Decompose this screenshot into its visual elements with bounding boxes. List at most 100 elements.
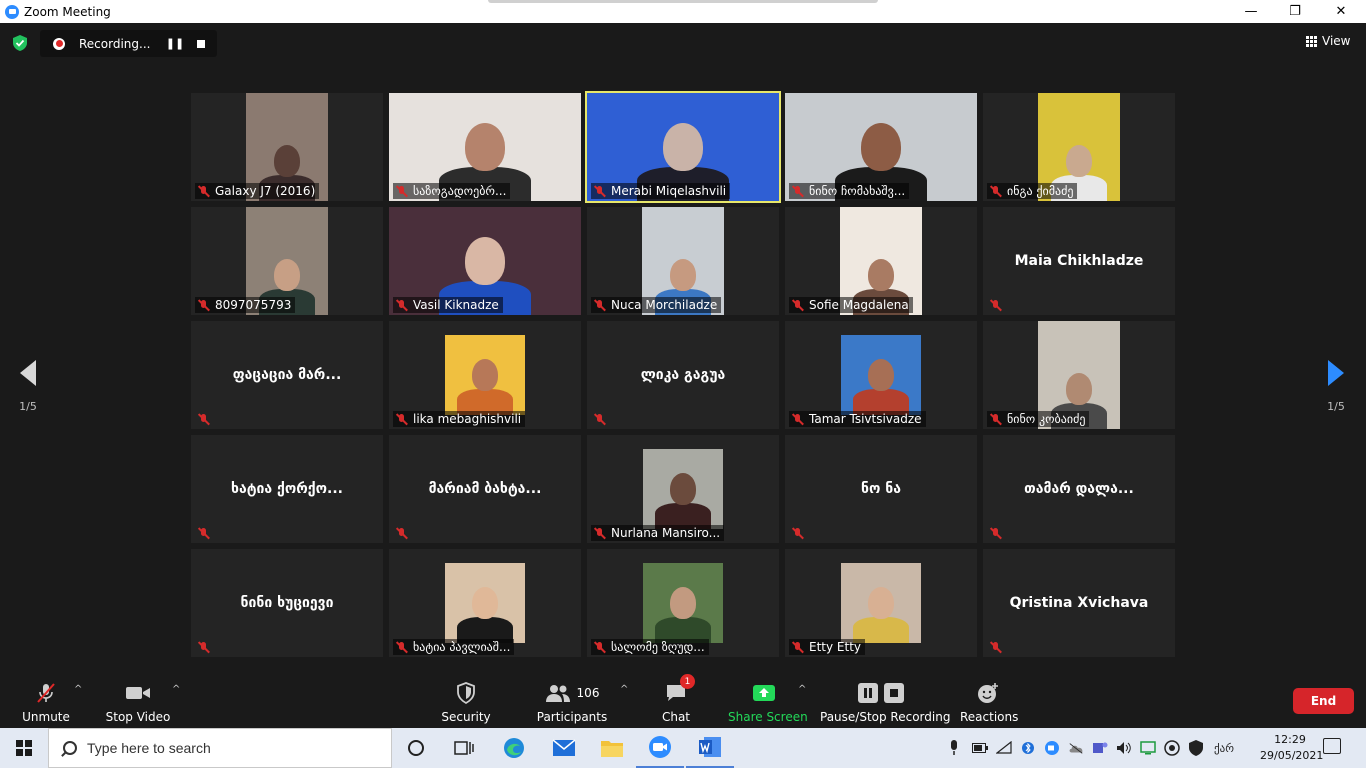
stop-recording-button[interactable]	[197, 39, 205, 48]
participant-tile[interactable]: lika mebaghishvili	[389, 321, 581, 429]
reactions-button[interactable]: Reactions	[960, 680, 1018, 724]
video-options-chevron-icon[interactable]: ^	[172, 684, 180, 695]
participant-name: Nuca Morchiladze	[611, 298, 718, 312]
input-language-indicator[interactable]: ქარ	[1212, 740, 1236, 756]
battery-tray-icon[interactable]	[972, 740, 988, 756]
notification-center-icon[interactable]	[1323, 738, 1341, 754]
participant-display-name: ხატია ქორქო...	[231, 481, 343, 497]
participant-tile[interactable]: Sofie Magdalena	[785, 207, 977, 315]
participant-name-bar	[789, 525, 813, 541]
task-view-button[interactable]	[440, 728, 488, 768]
cortana-button[interactable]	[392, 728, 440, 768]
unmute-button[interactable]: Unmute	[20, 680, 72, 724]
participant-tile[interactable]: ფაცაცია მარ...	[191, 321, 383, 429]
participant-name-bar: Etty Etty	[789, 639, 866, 655]
volume-tray-icon[interactable]	[1116, 740, 1132, 756]
participant-name: სალომე ზღუდ...	[611, 640, 705, 654]
taskbar-zoom[interactable]	[636, 728, 684, 768]
gallery-grid: Galaxy J7 (2016) საზოგადოებრ... Merabi Miq…	[191, 91, 1175, 657]
muted-mic-icon	[395, 527, 408, 540]
recording-indicator: Recording... ❚❚	[40, 30, 217, 57]
participant-tile[interactable]: საზოგადოებრ...	[389, 93, 581, 201]
participant-tile[interactable]: მარიამ ბახტა...	[389, 435, 581, 543]
taskbar-search[interactable]	[48, 728, 392, 768]
previous-page-nav[interactable]: 1/5	[13, 360, 43, 413]
participant-tile[interactable]: Galaxy J7 (2016)	[191, 93, 383, 201]
security-tray-icon[interactable]	[1164, 740, 1180, 756]
taskbar-search-input[interactable]	[87, 740, 387, 756]
bluetooth-tray-icon[interactable]	[1020, 740, 1036, 756]
clock-time: 12:29	[1274, 733, 1306, 746]
title-bar: Zoom Meeting — ❐ ✕	[0, 0, 1366, 23]
participant-name-bar: Merabi Miqelashvili	[591, 183, 731, 199]
muted-mic-icon	[989, 299, 1002, 312]
participant-tile[interactable]: Nuca Morchiladze	[587, 207, 779, 315]
participant-tile[interactable]: 8097075793	[191, 207, 383, 315]
muted-mic-icon	[395, 299, 408, 312]
participant-video	[841, 335, 921, 415]
close-button[interactable]: ✕	[1318, 0, 1364, 23]
participant-name: Tamar Tsivtsivadze	[809, 412, 922, 426]
screen-tray-icon[interactable]	[1140, 740, 1156, 756]
window-drag-handle[interactable]	[488, 0, 878, 3]
participant-tile[interactable]: ნინი ხუციევი	[191, 549, 383, 657]
participant-tile[interactable]: სალომე ზღუდ...	[587, 549, 779, 657]
participant-tile[interactable]: Tamar Tsivtsivadze	[785, 321, 977, 429]
participant-tile[interactable]: ნო ნა	[785, 435, 977, 543]
taskbar-file-explorer[interactable]	[588, 728, 636, 768]
arrow-right-icon[interactable]	[1328, 360, 1344, 386]
zoom-tray-icon[interactable]	[1044, 740, 1060, 756]
participant-tile[interactable]: თამარ დალა...	[983, 435, 1175, 543]
task-view-icon	[454, 741, 474, 755]
encryption-shield-icon[interactable]	[12, 35, 28, 51]
onedrive-tray-icon[interactable]	[1068, 740, 1084, 756]
participant-tile[interactable]: ხატია პავლიაშ...	[389, 549, 581, 657]
wifi-tray-icon[interactable]	[996, 740, 1012, 756]
teams-tray-icon[interactable]	[1092, 740, 1108, 756]
pause-stop-recording-button[interactable]: Pause/Stop Recording	[820, 680, 951, 724]
defender-tray-icon[interactable]	[1188, 740, 1204, 756]
participant-tile[interactable]: Vasil Kiknadze	[389, 207, 581, 315]
participant-tile[interactable]: Maia Chikhladze	[983, 207, 1175, 315]
stop-video-button[interactable]: Stop Video	[104, 680, 172, 724]
participant-tile[interactable]: ნინო კობაიძე	[983, 321, 1175, 429]
pause-recording-button[interactable]: ❚❚	[163, 37, 187, 50]
share-screen-button[interactable]: Share Screen	[728, 680, 808, 724]
participant-tile[interactable]: Qristina Xvichava	[983, 549, 1175, 657]
maximize-button[interactable]: ❐	[1272, 0, 1318, 23]
participant-tile[interactable]: ხატია ქორქო...	[191, 435, 383, 543]
share-options-chevron-icon[interactable]: ^	[798, 684, 806, 695]
audio-options-chevron-icon[interactable]: ^	[74, 684, 82, 695]
taskbar-mail[interactable]	[540, 728, 588, 768]
participant-name-bar	[195, 639, 219, 655]
participant-tile[interactable]: Merabi Miqelashvili	[585, 91, 781, 203]
muted-mic-icon	[989, 185, 1002, 198]
participant-video	[445, 335, 525, 415]
taskbar-word[interactable]	[686, 728, 734, 768]
taskbar-clock[interactable]: 12:29 29/05/2021	[1260, 732, 1323, 764]
share-screen-label: Share Screen	[728, 710, 808, 724]
chat-button[interactable]: 1 Chat	[656, 674, 696, 724]
participant-tile[interactable]: ინგა ქიმაძე	[983, 93, 1175, 201]
participant-tile[interactable]: ლიკა გაგუა	[587, 321, 779, 429]
next-page-nav[interactable]: 1/5	[1321, 360, 1351, 413]
taskbar-edge[interactable]	[490, 728, 538, 768]
minimize-button[interactable]: —	[1228, 0, 1274, 23]
participants-button[interactable]: 106 Participants	[536, 680, 608, 724]
participants-options-chevron-icon[interactable]: ^	[620, 684, 628, 695]
start-button[interactable]	[0, 728, 48, 768]
participant-tile[interactable]: ნინო ჩომახაშვ...	[785, 93, 977, 201]
arrow-left-icon[interactable]	[20, 360, 36, 386]
participant-name: Merabi Miqelashvili	[611, 184, 727, 198]
participants-count: 106	[576, 686, 600, 700]
view-button[interactable]: View	[1306, 34, 1350, 48]
security-button[interactable]: Security	[440, 680, 492, 724]
participant-display-name: მარიამ ბახტა...	[428, 481, 542, 497]
participant-tile[interactable]: Nurlana Mansiro...	[587, 435, 779, 543]
participant-name: Nurlana Mansiro...	[611, 526, 721, 540]
participant-tile[interactable]: Etty Etty	[785, 549, 977, 657]
pause-stop-recording-label: Pause/Stop Recording	[820, 710, 951, 724]
microphone-tray-icon[interactable]	[946, 740, 962, 756]
participant-display-name: Maia Chikhladze	[1014, 253, 1144, 269]
end-meeting-button[interactable]: End	[1293, 688, 1354, 714]
